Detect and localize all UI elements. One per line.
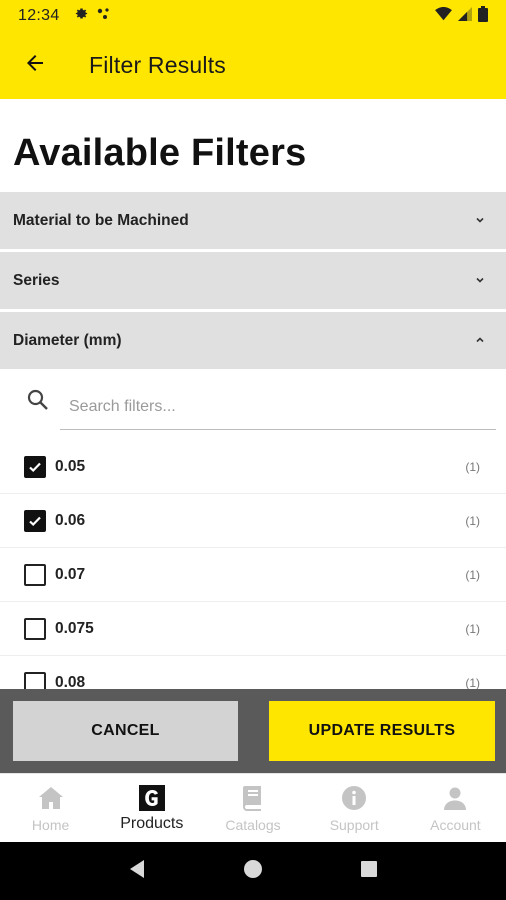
checkbox-checked[interactable] <box>24 509 46 532</box>
option-count: (1) <box>465 621 480 636</box>
nav-label: Home <box>31 817 70 833</box>
section-series[interactable]: Series <box>0 252 506 309</box>
filter-option-row[interactable]: 0.075 (1) <box>0 602 506 656</box>
nav-label: Products <box>120 815 184 832</box>
arrow-left-icon <box>23 51 47 80</box>
system-home-icon[interactable] <box>243 859 263 884</box>
action-bar: CANCEL UPDATE RESULTS <box>0 689 506 773</box>
person-icon <box>443 784 467 812</box>
option-count: (1) <box>465 675 480 690</box>
nav-label: Catalogs <box>225 817 281 833</box>
nav-label: Support <box>329 817 379 833</box>
nav-item-support[interactable]: Support <box>304 774 405 842</box>
option-label: 0.075 <box>55 619 94 637</box>
search-icon <box>26 388 50 417</box>
section-material[interactable]: Material to be Machined <box>0 192 506 249</box>
section-label: Series <box>13 271 60 289</box>
nav-label: Account <box>430 817 481 833</box>
filter-option-row[interactable]: 0.06 (1) <box>0 494 506 548</box>
app-bar: Filter Results <box>0 32 506 99</box>
nav-item-catalogs[interactable]: Catalogs <box>202 774 303 842</box>
app-bar-title: Filter Results <box>89 52 226 78</box>
book-icon <box>242 784 264 812</box>
system-nav-bar <box>0 842 506 900</box>
option-label: 0.07 <box>55 565 86 583</box>
search-input[interactable] <box>60 384 496 430</box>
notification-dots-icon <box>97 7 111 26</box>
option-label: 0.05 <box>55 457 86 475</box>
cancel-button[interactable]: CANCEL <box>13 701 238 761</box>
chevron-up-icon <box>475 335 485 347</box>
info-icon <box>341 784 367 812</box>
section-diameter[interactable]: Diameter (mm) <box>0 312 506 369</box>
option-count: (1) <box>465 459 480 474</box>
chevron-down-icon <box>475 215 485 227</box>
chevron-down-icon <box>475 275 485 287</box>
nav-item-account[interactable]: Account <box>405 774 506 842</box>
section-label: Diameter (mm) <box>13 331 122 349</box>
home-icon <box>38 784 64 812</box>
status-time: 12:34 <box>18 7 60 24</box>
page-title: Available Filters <box>13 132 307 174</box>
update-results-button[interactable]: UPDATE RESULTS <box>269 701 495 761</box>
filter-option-row[interactable]: 0.07 (1) <box>0 548 506 602</box>
checkbox-unchecked[interactable] <box>24 617 46 640</box>
nav-item-home[interactable]: Home <box>0 774 101 842</box>
section-label: Material to be Machined <box>13 211 189 229</box>
bottom-nav: Home Products Catalogs Support Account <box>0 773 506 842</box>
wifi-icon <box>435 6 452 26</box>
nav-item-products[interactable]: Products <box>101 774 202 842</box>
checkbox-unchecked[interactable] <box>24 563 46 586</box>
products-g-icon <box>138 784 165 812</box>
battery-icon <box>478 5 488 27</box>
status-bar: 12:34 <box>0 0 506 32</box>
system-recents-icon[interactable] <box>360 860 378 883</box>
gear-icon <box>74 6 89 26</box>
system-back-icon[interactable] <box>128 859 146 884</box>
option-count: (1) <box>465 567 480 582</box>
back-button[interactable] <box>0 32 70 99</box>
checkbox-checked[interactable] <box>24 455 46 478</box>
search-row <box>0 370 506 432</box>
filter-option-row[interactable]: 0.05 (1) <box>0 440 506 494</box>
option-count: (1) <box>465 513 480 528</box>
option-label: 0.06 <box>55 511 86 529</box>
signal-icon <box>458 6 472 26</box>
